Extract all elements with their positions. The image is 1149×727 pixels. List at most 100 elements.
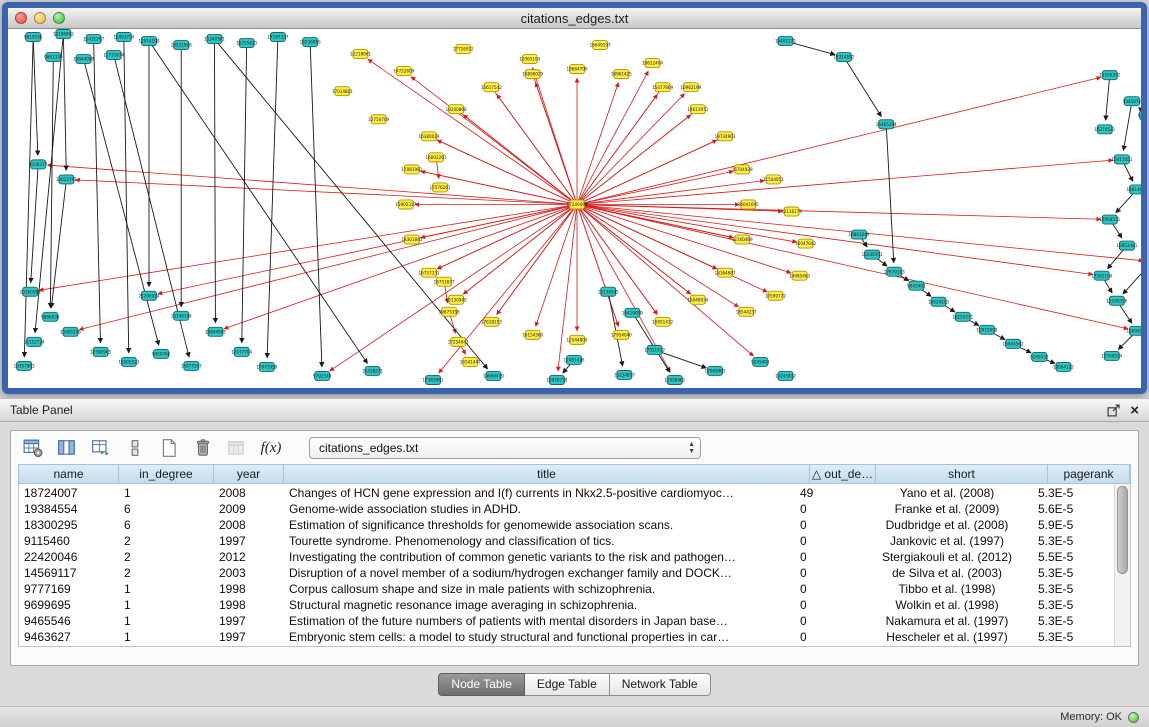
network-node[interactable]: 18024203	[928, 297, 949, 306]
network-node[interactable]: 19664706	[567, 65, 588, 74]
network-canvas[interactable]: 1724049816041695121604691816468715048934…	[8, 29, 1141, 388]
network-node[interactable]: 16419099	[622, 308, 643, 317]
column-header-short[interactable]: short	[876, 465, 1048, 483]
table-row[interactable]: 946362711997Embryonic stem cells: a mode…	[19, 629, 1115, 645]
table-row[interactable]: 2242004622012Investigating the contribut…	[19, 549, 1115, 565]
network-node[interactable]: 16649197	[590, 41, 611, 50]
network-node[interactable]: 15540351	[862, 250, 883, 259]
function-builder-icon[interactable]: f(x)	[259, 437, 283, 459]
network-node[interactable]: 9886038	[41, 312, 60, 321]
tab-node-table[interactable]: Node Table	[438, 673, 525, 696]
window-minimize-button[interactable]	[34, 12, 46, 24]
network-edge[interactable]	[1106, 75, 1110, 120]
network-node[interactable]: 18612404	[642, 59, 663, 68]
network-edge[interactable]	[31, 164, 38, 282]
network-node[interactable]: 14985463	[789, 271, 810, 280]
network-node[interactable]: 16863049	[849, 230, 870, 239]
network-edge[interactable]	[33, 37, 38, 155]
network-node[interactable]: 17551912	[644, 345, 665, 354]
network-node[interactable]: 16155271	[952, 312, 973, 321]
network-edge[interactable]	[75, 180, 577, 205]
network-edge[interactable]	[50, 57, 53, 308]
network-edge[interactable]	[63, 34, 66, 170]
network-node[interactable]: 14521908	[171, 41, 192, 50]
network-node[interactable]: 17081981	[401, 165, 422, 174]
network-edge[interactable]	[577, 204, 753, 356]
column-header-year[interactable]: year	[214, 465, 284, 483]
network-node[interactable]: 16465294	[876, 120, 897, 129]
table-row[interactable]: 946554611997Estimation of the future num…	[19, 613, 1115, 629]
network-edge[interactable]	[242, 43, 247, 343]
network-edge[interactable]	[844, 57, 881, 117]
network-node[interactable]: 12100356	[1106, 296, 1127, 305]
show-columns-icon[interactable]	[55, 437, 79, 459]
network-node[interactable]: 18200868	[446, 105, 467, 114]
network-edge[interactable]	[1123, 101, 1132, 150]
network-node[interactable]: 17197337	[267, 33, 288, 42]
network-node[interactable]: 10844098	[73, 55, 94, 64]
network-node[interactable]: 19245812	[775, 371, 796, 380]
network-node[interactable]: 15048934	[687, 295, 708, 304]
network-node[interactable]: 15477869	[652, 83, 673, 92]
column-header-pagerank[interactable]: pagerank	[1048, 465, 1130, 483]
network-node[interactable]: 14613971	[687, 105, 708, 114]
network-node[interactable]: 16541447	[460, 357, 481, 366]
network-edge[interactable]	[577, 83, 618, 205]
network-node[interactable]: 17954040	[611, 330, 632, 339]
network-node[interactable]: 12116179	[781, 207, 802, 216]
network-node[interactable]: 12065104	[519, 55, 540, 64]
network-node[interactable]: 9643401	[907, 281, 926, 290]
network-edge[interactable]	[577, 160, 1113, 204]
network-edge[interactable]	[577, 181, 764, 205]
network-node[interactable]: 18544237	[736, 307, 757, 316]
network-node[interactable]: 11731674	[103, 51, 124, 60]
window-zoom-button[interactable]	[53, 12, 65, 24]
network-node[interactable]: 12493754	[113, 33, 134, 42]
network-node[interactable]: 19875358	[439, 307, 460, 316]
tab-network-table[interactable]: Network Table	[610, 673, 711, 696]
network-node[interactable]: 9950764	[152, 349, 171, 358]
network-node[interactable]: 17679193	[884, 267, 905, 276]
network-node[interactable]: 17014801	[332, 87, 353, 96]
network-node[interactable]: 17576261	[430, 183, 451, 192]
network-node[interactable]: 15958531	[1099, 215, 1120, 224]
network-edge[interactable]	[608, 292, 622, 366]
network-node[interactable]: 12481426	[564, 355, 585, 364]
network-node[interactable]: 15130940	[446, 295, 467, 304]
network-edge[interactable]	[84, 59, 159, 345]
network-edge[interactable]	[577, 204, 1093, 274]
network-node[interactable]: 16255423	[236, 39, 257, 48]
network-node[interactable]: 16380019	[418, 132, 439, 141]
network-node[interactable]: 9245403	[751, 357, 770, 366]
network-node[interactable]: 14722609	[393, 67, 414, 76]
network-node[interactable]: 10196862	[53, 30, 74, 39]
network-node[interactable]: 9277651	[1138, 111, 1141, 120]
network-edge[interactable]	[558, 204, 577, 371]
network-node[interactable]: 16002261	[426, 153, 447, 162]
network-node[interactable]: 12077704	[231, 347, 252, 356]
network-edge[interactable]	[368, 59, 577, 204]
network-node[interactable]: 18164687	[715, 268, 736, 277]
network-node[interactable]: 10853481	[1116, 241, 1137, 250]
network-edge[interactable]	[310, 42, 322, 367]
column-header-name[interactable]: name	[19, 465, 119, 483]
network-node[interactable]: 15340361	[204, 35, 225, 44]
network-edge[interactable]	[39, 204, 577, 290]
network-node[interactable]: 18301843	[401, 235, 422, 244]
network-node[interactable]: 12958482	[664, 375, 685, 384]
network-node[interactable]: 17618253	[481, 317, 502, 326]
float-panel-icon[interactable]	[1107, 404, 1121, 417]
network-node[interactable]: 9245032	[1030, 352, 1049, 361]
network-edge[interactable]	[577, 204, 1128, 328]
network-node[interactable]: 17069463	[705, 366, 726, 375]
network-node[interactable]: 9619536	[24, 33, 43, 42]
network-node[interactable]: 16896029	[522, 70, 543, 79]
network-node[interactable]: 11431267	[83, 35, 104, 44]
network-node[interactable]: 16338271	[362, 366, 383, 375]
scrollbar-thumb[interactable]	[1117, 486, 1128, 574]
column-header-title[interactable]: title	[284, 465, 810, 483]
close-panel-icon[interactable]: ×	[1130, 403, 1139, 418]
network-node[interactable]: 12754709	[368, 115, 389, 124]
network-node[interactable]: 11152724	[24, 337, 45, 346]
network-edge[interactable]	[94, 39, 101, 343]
